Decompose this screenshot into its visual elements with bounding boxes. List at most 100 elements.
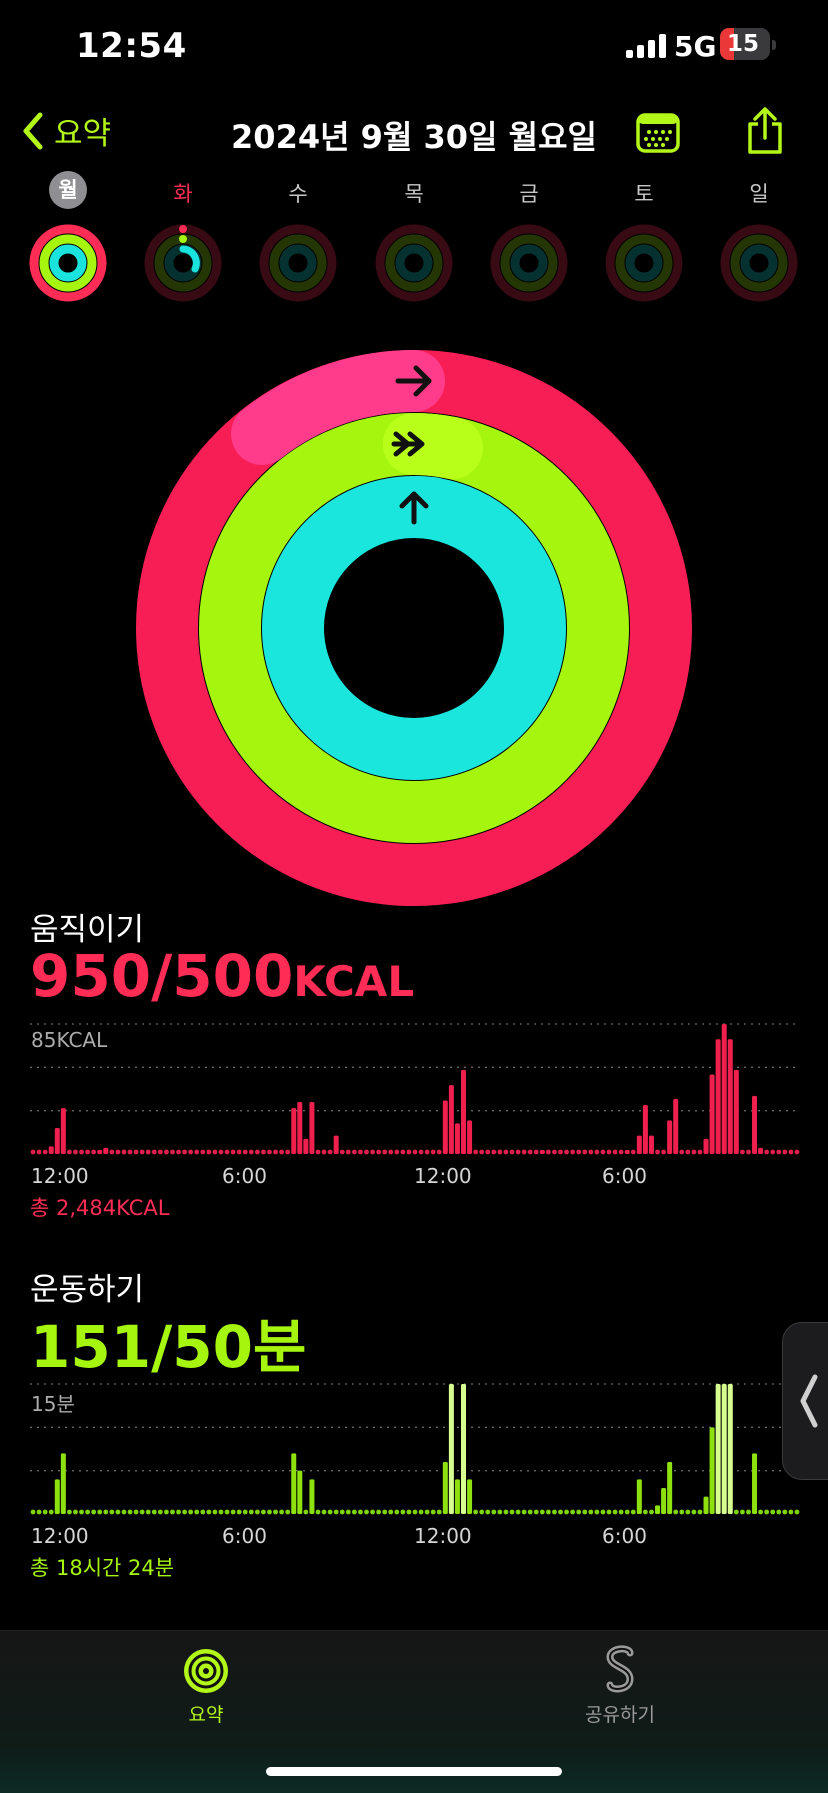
chart-dot	[576, 1149, 582, 1155]
chart-dot	[73, 1509, 78, 1515]
chart-dot	[188, 1509, 194, 1515]
status-time: 12:54	[76, 26, 187, 66]
week-ring-arc	[510, 244, 548, 282]
chart-dot	[424, 1149, 430, 1155]
chart-dot	[758, 1509, 763, 1515]
chart-bar	[461, 1069, 467, 1154]
chart-dot	[218, 1149, 224, 1155]
chart-dot	[764, 1149, 770, 1155]
chart-bar	[727, 1039, 733, 1154]
chart-dot	[673, 1509, 679, 1515]
chart-dot	[412, 1149, 418, 1155]
chart-bar	[624, 1150, 630, 1154]
week-day-wed[interactable]: 수	[258, 178, 338, 208]
chart-dot	[194, 1149, 200, 1155]
week-day-fri[interactable]: 금	[489, 178, 569, 208]
exercise-hour-2: 12:00	[414, 1524, 472, 1548]
chart-bar	[727, 1384, 733, 1514]
chart-bar	[709, 1427, 715, 1514]
chart-dot	[618, 1509, 624, 1515]
chart-dot	[600, 1509, 606, 1515]
chart-dot	[67, 1149, 72, 1155]
chart-dot	[782, 1149, 788, 1155]
chart-dot	[315, 1509, 321, 1515]
share-button[interactable]	[744, 106, 786, 160]
chart-dot	[30, 1509, 36, 1515]
chart-bar	[467, 1479, 473, 1514]
chart-dot	[97, 1509, 103, 1515]
chart-dot	[400, 1509, 406, 1515]
chart-dot	[79, 1509, 84, 1515]
chart-dot	[794, 1149, 800, 1155]
chart-bar	[661, 1488, 667, 1514]
calendar-icon	[636, 113, 680, 153]
week-day-sun[interactable]: 일	[719, 178, 799, 208]
week-ring-1[interactable]	[144, 224, 222, 302]
chart-dot	[527, 1149, 533, 1155]
chart-dot	[327, 1509, 333, 1515]
chart-dot	[424, 1509, 430, 1515]
week-day-mon[interactable]: 월	[28, 171, 108, 209]
chart-dot	[509, 1149, 515, 1155]
chart-dot	[624, 1509, 630, 1515]
chart-dot	[48, 1509, 54, 1515]
chart-dot	[473, 1149, 479, 1155]
week-rings[interactable]	[0, 222, 828, 304]
chart-bar	[721, 1384, 727, 1514]
move-value: 950/500KCAL	[30, 942, 415, 1010]
week-ring-6[interactable]	[720, 224, 798, 302]
chart-dot	[188, 1149, 194, 1155]
chart-dot	[527, 1509, 533, 1515]
chart-dot	[351, 1149, 357, 1155]
chart-dot	[91, 1149, 97, 1155]
chart-dot	[394, 1509, 400, 1515]
chart-dot	[364, 1509, 369, 1515]
chart-dot	[139, 1149, 145, 1155]
chart-dot	[176, 1509, 181, 1515]
tab-summary[interactable]: 요약	[156, 1647, 256, 1727]
today-stand-arc	[179, 245, 200, 273]
chart-bar	[673, 1098, 679, 1154]
chart-dot	[503, 1509, 509, 1515]
week-day-thu[interactable]: 목	[374, 178, 454, 208]
chart-dot	[606, 1149, 612, 1155]
chart-dot	[327, 1149, 333, 1155]
chart-dot	[157, 1509, 163, 1515]
chart-dot	[418, 1509, 424, 1515]
week-day-tue[interactable]: 화	[143, 178, 223, 208]
chart-dot	[315, 1149, 321, 1155]
chart-dot	[333, 1509, 339, 1515]
chart-bar	[642, 1105, 648, 1154]
calendar-button[interactable]	[636, 112, 680, 158]
chart-dot	[782, 1509, 788, 1515]
chart-dot	[85, 1509, 90, 1515]
chart-bar	[54, 1128, 60, 1154]
chart-bar	[715, 1039, 721, 1154]
chart-dot	[370, 1149, 375, 1155]
week-day-sat[interactable]: 토	[604, 178, 684, 208]
chart-dot	[697, 1149, 703, 1155]
week-ring-arc	[279, 244, 317, 282]
week-ring-4[interactable]	[490, 224, 568, 302]
home-indicator	[266, 1767, 562, 1776]
chart-dot	[267, 1149, 272, 1155]
week-ring-5[interactable]	[605, 224, 683, 302]
chart-dot	[545, 1149, 551, 1155]
week-ring-0[interactable]	[29, 224, 107, 302]
tab-sharing[interactable]: 공유하기	[570, 1643, 670, 1727]
chart-dot	[254, 1509, 260, 1515]
chart-dot	[248, 1509, 254, 1515]
week-ring-2[interactable]	[259, 224, 337, 302]
chart-dot	[412, 1509, 418, 1515]
chart-dot	[394, 1149, 400, 1155]
chart-dot	[42, 1509, 48, 1515]
chart-dot	[127, 1509, 133, 1515]
chart-bar	[54, 1479, 60, 1514]
chart-dot	[79, 1149, 84, 1155]
week-ring-3[interactable]	[375, 224, 453, 302]
stand-ring-cap	[383, 475, 463, 539]
side-drawer-handle[interactable]	[782, 1322, 828, 1480]
move-total: 총 2,484KCAL	[30, 1196, 170, 1220]
week-ring-arc	[49, 244, 87, 282]
battery-level: 15	[726, 31, 759, 57]
